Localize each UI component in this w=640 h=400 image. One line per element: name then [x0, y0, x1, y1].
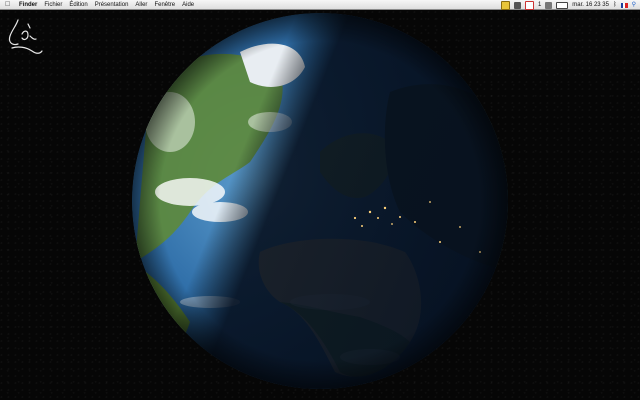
mail-icon[interactable] [524, 0, 534, 10]
wifi-icon[interactable] [545, 1, 553, 9]
menu-presentation[interactable]: Présentation [95, 0, 129, 10]
menu-edition[interactable]: Édition [69, 0, 87, 10]
flag-fr-icon[interactable] [620, 2, 628, 8]
notes-icon[interactable] [500, 0, 510, 10]
menu-fenetre[interactable]: Fenêtre [154, 0, 175, 10]
bluetooth-icon[interactable]: ᛒ [613, 0, 617, 10]
menu-clock[interactable]: mar. 16 23 35 [572, 0, 609, 10]
menu-finder[interactable]: Finder [19, 0, 37, 10]
battery-icon[interactable] [556, 1, 569, 9]
apple-logo-icon[interactable]:  [5, 0, 15, 10]
status-area: 1 mar. 16 23 35 ᛒ ⚲ [500, 0, 636, 10]
mail-counter: 1 [537, 2, 542, 8]
menu-aller[interactable]: Aller [135, 0, 147, 10]
menu-aide[interactable]: Aide [182, 0, 194, 10]
speaker-icon[interactable] [513, 1, 521, 9]
earth-day-night-icon [132, 13, 508, 389]
menu-fichier[interactable]: Fichier [44, 0, 62, 10]
signature-logo-icon[interactable] [6, 16, 44, 58]
menu-bar:  Finder Fichier Édition Présentation Al… [0, 0, 640, 10]
spotlight-icon[interactable]: ⚲ [632, 0, 636, 10]
